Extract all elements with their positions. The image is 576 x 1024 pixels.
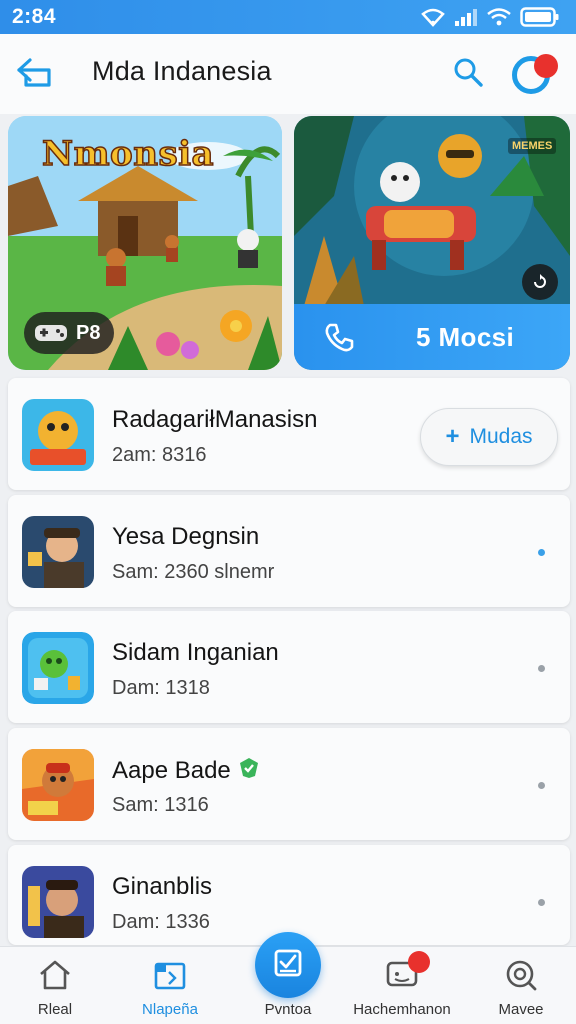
- list-item[interactable]: Ginanblis Dam: 1336: [8, 845, 570, 945]
- battery-icon: [520, 6, 560, 28]
- app-icon: [22, 399, 94, 471]
- refresh-icon: [532, 274, 548, 290]
- plus-icon: +: [445, 423, 460, 450]
- install-label: Mudas: [469, 425, 533, 448]
- search-icon: [452, 56, 484, 93]
- item-subtitle: 2am: 8316: [112, 444, 207, 466]
- item-title: RadagariłManasisn: [112, 406, 318, 433]
- banner-badge: P8: [24, 312, 115, 354]
- notification-dot: [534, 54, 558, 78]
- banner-cta-label: 5 Mocsi: [416, 322, 515, 352]
- wifi-icon: [420, 7, 446, 27]
- center-action-button[interactable]: [255, 932, 321, 998]
- app-icon: [22, 866, 94, 938]
- controller-icon: [34, 321, 68, 345]
- nav-item-messages[interactable]: Hachemhanon: [347, 947, 457, 1024]
- list-item[interactable]: RadagariłManasisn 2am: 8316 + Mudas: [8, 378, 570, 490]
- nav-label: Mavee: [498, 1001, 544, 1018]
- nav-label: Rleal: [37, 1001, 73, 1018]
- featured-banner-right[interactable]: MEMES 5 Mocsi: [294, 116, 570, 370]
- banner-tag: MEMES: [508, 138, 557, 154]
- more-indicator[interactable]: [538, 549, 545, 556]
- banner-badge-text: P8: [76, 321, 101, 344]
- install-button[interactable]: + Mudas: [420, 408, 558, 466]
- home-icon: [35, 957, 75, 993]
- page-title: Mda Indanesia: [92, 56, 272, 86]
- status-bar: 2:84: [0, 0, 576, 34]
- item-title: Aape Bade: [112, 756, 261, 787]
- item-subtitle: Dam: 1336: [112, 911, 210, 933]
- more-indicator[interactable]: [538, 782, 545, 789]
- gift-icon: [271, 946, 305, 985]
- phone-icon: [322, 321, 356, 355]
- banner-title: Nmonsia: [41, 133, 215, 175]
- item-subtitle: Sam: 2360 slnemr: [112, 561, 275, 583]
- item-subtitle: Sam: 1316: [112, 794, 209, 816]
- message-icon: [382, 951, 430, 993]
- notification-dot: [408, 951, 430, 973]
- signal-icon: [454, 7, 478, 27]
- share-button[interactable]: [522, 264, 558, 300]
- app-header: Mda Indanesia: [0, 34, 576, 114]
- nav-item-home[interactable]: Rleal: [0, 947, 110, 1024]
- banner-cta-button[interactable]: 5 Mocsi: [294, 304, 570, 370]
- grid-icon: [150, 957, 190, 993]
- list-item[interactable]: Aape Bade Sam: 1316: [8, 728, 570, 840]
- search-icon: [501, 957, 541, 993]
- back-icon: [16, 56, 52, 93]
- list-item[interactable]: Yesa Degnsin Sam: 2360 slnemr: [8, 495, 570, 607]
- nav-item-more[interactable]: Mavee: [466, 947, 576, 1024]
- nav-label: Nlapeña: [142, 1001, 198, 1018]
- list-item[interactable]: Sidam Inganian Dam: 1318: [8, 611, 570, 723]
- back-button[interactable]: [14, 54, 54, 94]
- more-indicator[interactable]: [538, 899, 545, 906]
- search-button[interactable]: [448, 54, 488, 94]
- item-title: Yesa Degnsin: [112, 523, 260, 550]
- status-time: 2:84: [12, 5, 57, 28]
- more-indicator[interactable]: [538, 665, 545, 672]
- nav-label: Pvntoa: [264, 1001, 312, 1018]
- item-title: Sidam Inganian: [112, 639, 279, 666]
- verified-icon: [237, 756, 261, 787]
- app-icon: [22, 632, 94, 704]
- featured-banner-left[interactable]: Nmonsia P8: [8, 116, 282, 370]
- status-icons: [420, 6, 560, 28]
- nav-item-library[interactable]: Nlapeña: [115, 947, 225, 1024]
- profile-button[interactable]: [512, 54, 558, 96]
- app-icon: [22, 516, 94, 588]
- nav-label: Hachemhanon: [353, 1001, 451, 1018]
- item-title: Ginanblis: [112, 873, 213, 900]
- item-title-text: Aape Bade: [112, 756, 231, 784]
- wifi-icon-secondary: [486, 7, 512, 27]
- item-subtitle: Dam: 1318: [112, 677, 210, 699]
- app-icon: [22, 749, 94, 821]
